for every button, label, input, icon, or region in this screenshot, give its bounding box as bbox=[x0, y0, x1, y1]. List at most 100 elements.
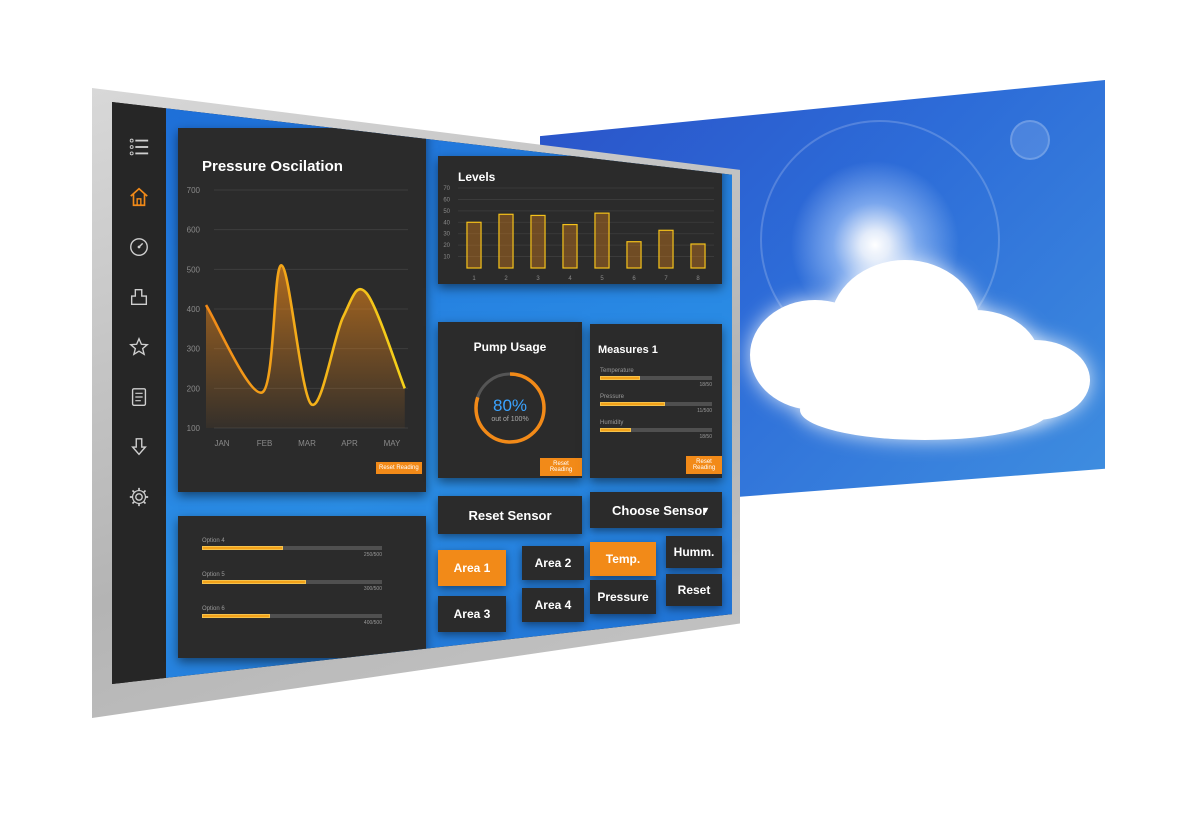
levels-chart: 70 60 50 40 30 20 10 1 2 3 4 5 6 7 8 bbox=[443, 186, 714, 282]
levels-title: Levels bbox=[458, 170, 496, 184]
y-tick-label: 100 bbox=[187, 424, 201, 433]
area-3-button[interactable]: Area 3 bbox=[438, 596, 506, 632]
level-bar bbox=[530, 214, 546, 269]
measure-slider[interactable] bbox=[600, 428, 712, 432]
measure-row: Humidity 18/50 bbox=[600, 420, 712, 440]
option-row: Option 4 250/500 bbox=[202, 538, 382, 558]
star-icon[interactable] bbox=[126, 334, 152, 360]
x-tick-label: FEB bbox=[257, 439, 273, 448]
option-value: 300/500 bbox=[363, 586, 382, 592]
area-4-button[interactable]: Area 4 bbox=[522, 588, 584, 622]
measure-value: 18/50 bbox=[699, 434, 712, 440]
measure-row: Temperature 18/50 bbox=[600, 368, 712, 388]
y-tick-label: 500 bbox=[187, 265, 201, 274]
x-tick-label: MAR bbox=[298, 439, 316, 448]
x-tick-label: 4 bbox=[568, 276, 572, 282]
level-bar bbox=[626, 241, 642, 269]
y-tick-label: 400 bbox=[187, 305, 201, 314]
option-label: Option 5 bbox=[202, 572, 225, 578]
measures-reset-button[interactable]: Reset Reading bbox=[686, 456, 722, 474]
option-label: Option 6 bbox=[202, 606, 225, 612]
choose-sensor-label: Choose Sensor bbox=[612, 502, 708, 518]
dashboard: Pressure Oscilation 700 600 500 400 300 200 10… bbox=[166, 102, 732, 684]
measure-label: Temperature bbox=[600, 368, 634, 374]
x-tick-label: 2 bbox=[504, 276, 508, 282]
tag-icon[interactable] bbox=[126, 284, 152, 310]
measure-value: 11/500 bbox=[697, 408, 712, 414]
option-slider-fill bbox=[202, 614, 271, 618]
pressure-button[interactable]: Pressure bbox=[590, 580, 656, 614]
y-tick-label: 70 bbox=[443, 186, 450, 192]
measure-slider[interactable] bbox=[600, 376, 712, 380]
option-value: 250/500 bbox=[363, 552, 382, 558]
level-bar bbox=[690, 243, 706, 269]
reset-reading-button[interactable]: Reset Reading bbox=[376, 462, 422, 474]
y-tick-label: 60 bbox=[443, 197, 450, 203]
y-tick-label: 200 bbox=[187, 384, 201, 393]
humm-button[interactable]: Humm. bbox=[666, 536, 722, 568]
area-2-button[interactable]: Area 2 bbox=[522, 546, 584, 580]
x-tick-label: MAY bbox=[384, 439, 401, 448]
x-tick-label: 7 bbox=[664, 276, 668, 282]
pump-reset-button[interactable]: Reset Reading bbox=[540, 458, 582, 476]
option-row: Option 6 400/500 bbox=[202, 606, 382, 626]
measure-row: Pressure 11/500 bbox=[600, 394, 712, 414]
menu-icon[interactable] bbox=[126, 134, 152, 160]
x-tick-label: APR bbox=[341, 439, 358, 448]
option-slider-fill bbox=[202, 580, 307, 584]
measure-slider[interactable] bbox=[600, 402, 712, 406]
measure-slider-fill bbox=[600, 376, 641, 380]
option-slider[interactable] bbox=[202, 546, 382, 550]
y-tick-label: 20 bbox=[443, 243, 450, 249]
pump-percent: 80% bbox=[492, 396, 528, 415]
gauge-icon[interactable] bbox=[126, 234, 152, 260]
pressure-card: Pressure Oscilation 700 600 500 400 300 200 10… bbox=[178, 128, 426, 492]
measure-slider-fill bbox=[600, 428, 632, 432]
level-bar bbox=[658, 229, 674, 269]
x-tick-label: 3 bbox=[536, 276, 540, 282]
option-label: Option 4 bbox=[202, 538, 225, 544]
x-tick-label: 6 bbox=[632, 276, 636, 282]
cloud bbox=[800, 380, 1050, 440]
y-tick-label: 600 bbox=[187, 226, 201, 235]
measures-card: Measures 1 Temperature 18/50 Pressure 11/50… bbox=[590, 324, 722, 478]
document-icon[interactable] bbox=[126, 384, 152, 410]
pressure-area bbox=[206, 265, 405, 428]
reset-button[interactable]: Reset bbox=[666, 574, 722, 606]
level-bar bbox=[562, 223, 578, 269]
monitor-screen: Pressure Oscilation 700 600 500 400 300 200 10… bbox=[112, 102, 732, 684]
option-slider[interactable] bbox=[202, 580, 382, 584]
measure-label: Humidity bbox=[600, 420, 624, 426]
option-slider-fill bbox=[202, 546, 283, 550]
x-tick-label: 5 bbox=[600, 276, 604, 282]
level-bar bbox=[498, 213, 514, 269]
measures-title: Measures 1 bbox=[598, 344, 658, 356]
x-tick-label: JAN bbox=[214, 439, 229, 448]
area-1-button[interactable]: Area 1 bbox=[438, 550, 506, 586]
option-slider[interactable] bbox=[202, 614, 382, 618]
pressure-chart: 700 600 500 400 300 200 100 JAN FEB MAR APR MAY bbox=[187, 186, 408, 448]
pump-subtitle: out of 100% bbox=[491, 416, 529, 423]
home-icon[interactable] bbox=[126, 184, 152, 210]
y-tick-label: 40 bbox=[443, 220, 450, 226]
measure-label: Pressure bbox=[600, 394, 625, 400]
reset-sensor-button[interactable]: Reset Sensor bbox=[438, 496, 582, 534]
option-value: 400/500 bbox=[363, 620, 382, 626]
download-icon[interactable] bbox=[126, 434, 152, 460]
measure-value: 18/50 bbox=[699, 382, 712, 388]
gear-icon[interactable] bbox=[126, 484, 152, 510]
pump-card: Pump Usage 80% out of 100% Reset Reading bbox=[438, 322, 582, 478]
y-tick-label: 700 bbox=[187, 186, 201, 195]
lens-flare bbox=[1010, 120, 1050, 160]
level-bar bbox=[594, 212, 610, 269]
measures-list: Temperature 18/50 Pressure 11/500 Humidity 18… bbox=[600, 368, 712, 446]
options-card: Option 4 250/500 Option 5 300/500 Option 6 40… bbox=[178, 516, 426, 658]
x-tick-label: 1 bbox=[472, 276, 476, 282]
temp-button[interactable]: Temp. bbox=[590, 542, 656, 576]
y-tick-label: 300 bbox=[187, 345, 201, 354]
measure-slider-fill bbox=[600, 402, 665, 406]
y-tick-label: 50 bbox=[443, 209, 450, 215]
x-tick-label: 8 bbox=[696, 276, 700, 282]
choose-sensor-dropdown[interactable]: Choose Sensor ▼ bbox=[590, 492, 722, 528]
levels-card: Levels 70 60 50 40 30 20 10 1 2 3 4 5 6 7 8 bbox=[438, 156, 722, 284]
